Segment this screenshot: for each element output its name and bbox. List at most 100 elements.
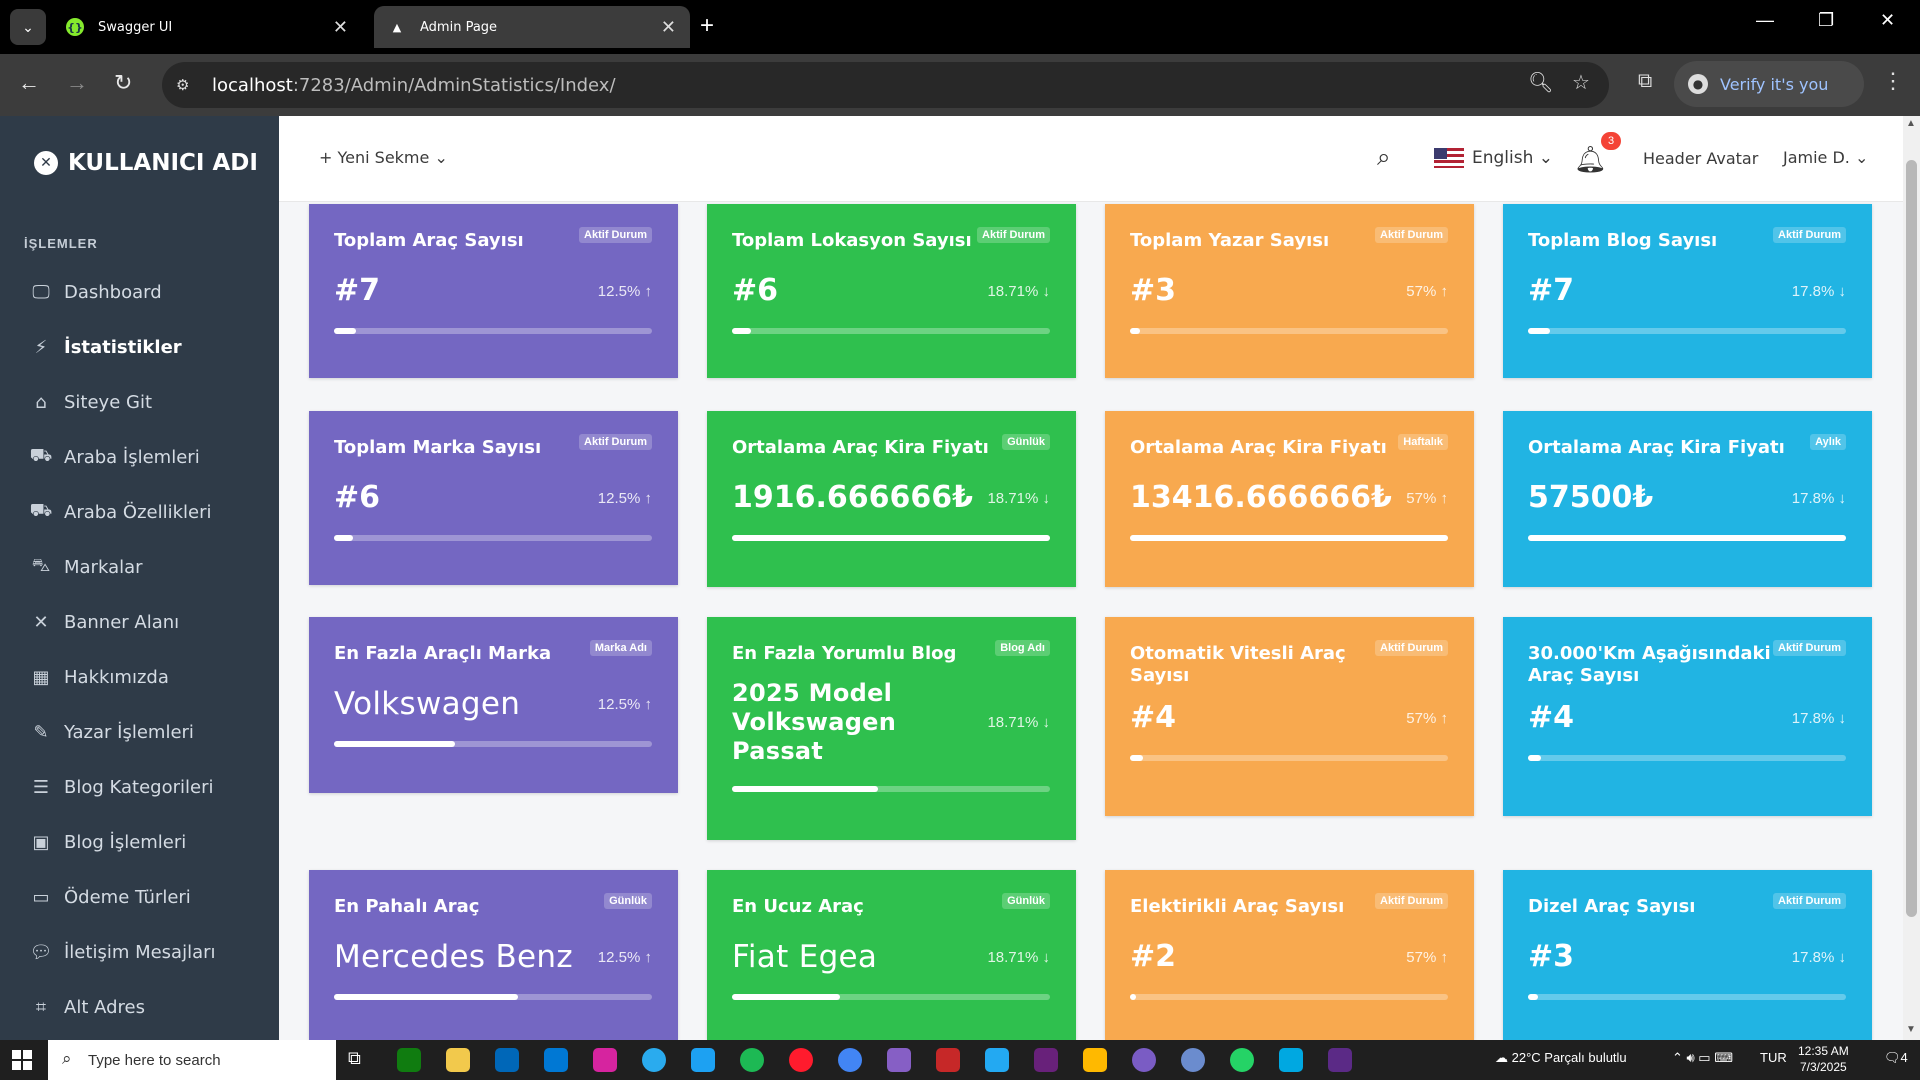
input-language[interactable]: TUR [1760,1050,1787,1065]
spotify-icon[interactable] [740,1048,764,1072]
site-info-icon[interactable]: ⚙ [176,76,189,94]
twitter-icon[interactable] [691,1048,715,1072]
progress-fill [1130,755,1143,761]
card-percent: 57% ↑ [1406,948,1448,966]
scrollbar-thumb[interactable] [1906,160,1917,917]
sidebar-item-dashboard[interactable]: 🖵 Dashboard [28,277,161,307]
verify-profile-button[interactable]: ● Verify it's you [1674,61,1864,107]
sidebar-item-iletisim-mesajlari[interactable]: 💬︎ İletişim Mesajları [28,937,216,967]
card-percent: 17.8% ↓ [1791,489,1846,507]
taskbar-search-input[interactable]: ⌕ Type here to search [48,1040,336,1080]
progress-fill [1528,994,1538,1000]
sidebar-item-istatistikler[interactable]: ⚡︎ İstatistikler [28,332,182,362]
weather-text: 22°C Parçalı bulutlu [1511,1050,1627,1065]
new-tab-button[interactable]: + [700,12,714,40]
stat-card: Ortalama Araç Kira Fiyatı Haftalık 13416.6… [1105,411,1474,587]
browser-menu-icon[interactable]: ⋮ [1882,68,1904,94]
card-title: En Pahalı Araç [334,896,480,917]
forward-icon[interactable]: → [66,70,88,96]
scroll-up-icon[interactable]: ▲ [1906,118,1916,129]
search-icon: ⌕ [62,1049,72,1068]
sidebar-item-hakkimizda[interactable]: ▦ Hakkımızda [28,662,168,692]
brand-name: KULLANICI ADI [68,150,258,176]
search-icon[interactable]: ⌕ [1377,144,1390,172]
tab-admin-page[interactable]: ▲ Admin Page ✕ [374,6,690,48]
card-badge: Aktif Durum [1773,640,1846,656]
bell-icon[interactable]: 🔔︎ [1574,144,1607,175]
r-icon[interactable] [1181,1048,1205,1072]
sidebar-item-odeme-turleri[interactable]: ▭ Ödeme Türleri [28,882,190,912]
progress-bar [1130,994,1448,1000]
telegram-icon[interactable] [642,1048,666,1072]
brand[interactable]: ✕ KULLANICI ADI [34,150,258,176]
tab-close-icon[interactable]: ✕ [333,17,348,38]
sidebar-item-banner-alani[interactable]: ✕ Banner Alanı [28,607,179,637]
minimize-icon[interactable]: — [1756,10,1774,31]
file-explorer-icon[interactable] [446,1048,470,1072]
extensions-icon[interactable]: ⧉ [1638,70,1652,93]
stat-card: 30.000'Km Aşağısındaki Araç Sayısı Aktif … [1503,617,1872,816]
tab-close-icon[interactable]: ✕ [661,17,676,38]
zoom-icon[interactable]: 🔍︎ [1528,70,1553,95]
bookmark-star-icon[interactable]: ☆ [1572,70,1590,95]
windows-start-icon[interactable] [12,1050,32,1070]
close-window-icon[interactable]: ✕ [1880,10,1895,31]
tab-search-button[interactable]: ⌄ [10,9,46,45]
address-bar[interactable]: localhost:7283/Admin/AdminStatistics/Ind… [162,62,1609,108]
card-badge: Aktif Durum [1375,893,1448,909]
tab-swagger[interactable]: {} Swagger UI ✕ [52,6,362,48]
new-tab-dropdown[interactable]: + Yeni Sekme ⌄ [319,148,448,167]
sidebar-item-siteye-git[interactable]: ⌂ Siteye Git [28,387,152,417]
instagram-icon[interactable] [593,1048,617,1072]
progress-fill [1130,535,1448,541]
restore-icon[interactable]: ❐ [1818,10,1834,31]
task-view-icon[interactable]: ⧉ [348,1048,372,1072]
progress-fill [334,328,357,334]
reload-icon[interactable]: ↻ [114,70,132,96]
progress-bar [334,741,652,747]
visual-studio-icon[interactable] [887,1048,911,1072]
card-value: #6 [732,273,779,308]
card-percent: 12.5% ↑ [597,282,652,300]
user-dropdown[interactable]: Jamie D. ⌄ [1783,148,1868,167]
progress-bar [1528,994,1846,1000]
sidebar-item-yazar-islemleri[interactable]: ✎ Yazar İşlemleri [28,717,193,747]
prime-video-icon[interactable] [1279,1048,1303,1072]
windows-taskbar: ⌕ Type here to search ⧉ ☁ 22°C Parçalı b… [0,1040,1920,1080]
vscode-icon[interactable] [985,1048,1009,1072]
back-icon[interactable]: ← [18,70,40,96]
us-flag-icon [1434,148,1464,168]
chrome-icon[interactable] [838,1048,862,1072]
xbox-icon[interactable] [397,1048,421,1072]
visual-studio-2-icon[interactable] [1034,1048,1058,1072]
tray-icons[interactable]: ⌃ 🔊︎ ▭ ⌨ [1672,1050,1733,1066]
avatar[interactable]: Header Avatar [1643,149,1758,168]
scroll-down-icon[interactable]: ▼ [1906,1024,1916,1035]
sidebar-item-blog-kategorileri[interactable]: ☰ Blog Kategorileri [28,772,214,802]
outlook-icon[interactable] [544,1048,568,1072]
notification-center-icon[interactable]: 🗨︎4 [1884,1050,1908,1066]
terminal-icon[interactable] [1328,1048,1352,1072]
language-dropdown[interactable]: English ⌄ [1434,148,1553,168]
weather-widget[interactable]: ☁ 22°C Parçalı bulutlu [1495,1050,1627,1066]
card-value: #4 [1528,700,1575,735]
card-value: Volkswagen [334,686,521,722]
store-icon[interactable] [495,1048,519,1072]
card-badge: Haftalık [1398,434,1448,450]
paint-icon[interactable] [1083,1048,1107,1072]
opera-icon[interactable] [789,1048,813,1072]
card-badge: Günlük [1002,434,1050,450]
sidebar-item-alt-adres[interactable]: ⌗ Alt Adres [28,992,145,1022]
app-icon[interactable] [936,1048,960,1072]
card-value: #3 [1528,939,1575,974]
sidebar-item-araba-islemleri[interactable]: ⛟ Araba İşlemleri [28,442,200,472]
car-icon: ⛟ [29,445,53,466]
whatsapp-icon[interactable] [1230,1048,1254,1072]
clock[interactable]: 12:35 AM 7/3/2025 [1798,1043,1849,1075]
sidebar-item-blog-islemleri[interactable]: ▣ Blog İşlemleri [28,827,186,857]
app2-icon[interactable] [1132,1048,1156,1072]
sidebar-item-araba-ozellikleri[interactable]: ⛟ Araba Özellikleri [28,497,212,527]
progress-bar [732,328,1050,334]
sidebar-item-label: Markalar [64,556,143,578]
sidebar-item-markalar[interactable]: ⛍ Markalar [28,552,143,582]
